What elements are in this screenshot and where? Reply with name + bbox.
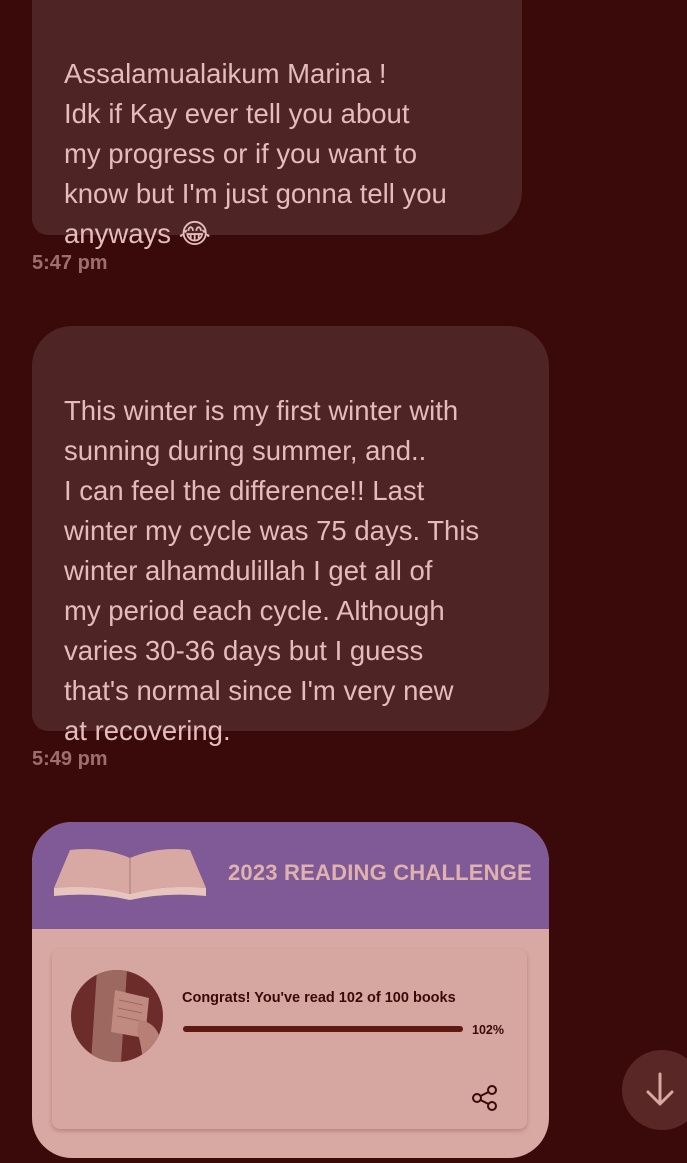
- message-bubble[interactable]: This winter is my first winter with sunn…: [32, 326, 549, 746]
- scroll-to-bottom-button[interactable]: [622, 1050, 687, 1130]
- book-photo: [71, 970, 163, 1062]
- progress-bar-fill: [183, 1026, 463, 1032]
- reading-challenge-card[interactable]: 2023 READING CHALLENGE Congrats! You've …: [32, 822, 549, 1158]
- share-icon[interactable]: [470, 1083, 500, 1113]
- open-book-icon: [54, 849, 206, 900]
- message-text: This winter is my first winter with sunn…: [64, 395, 480, 746]
- message-bubble[interactable]: Assalamualaikum Marina ! Idk if Kay ever…: [32, 0, 522, 249]
- card-header: 2023 READING CHALLENGE: [32, 822, 549, 929]
- message-timestamp: 5:47 pm: [32, 252, 108, 274]
- arrow-down-icon: [646, 1072, 674, 1106]
- progress-bar: [183, 1026, 463, 1032]
- progress-panel: Congrats! You've read 102 of 100 books 1…: [52, 949, 527, 1129]
- card-title: 2023 READING CHALLENGE: [228, 860, 532, 885]
- message-text: Assalamualaikum Marina ! Idk if Kay ever…: [64, 58, 447, 249]
- progress-text: Congrats! You've read 102 of 100 books: [182, 990, 456, 1006]
- progress-percent: 102%: [472, 1023, 504, 1037]
- message-timestamp: 5:49 pm: [32, 748, 108, 770]
